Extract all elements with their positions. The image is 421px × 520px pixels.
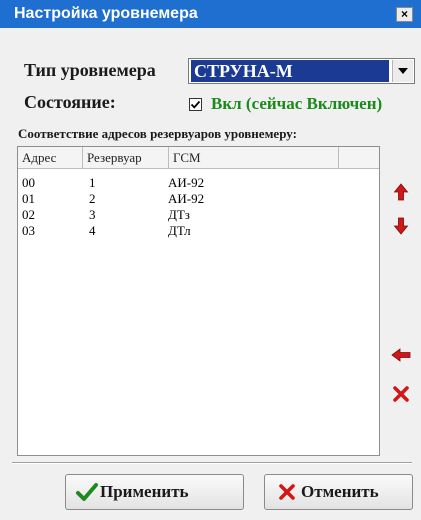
delete-icon [393,386,409,402]
state-checkbox[interactable] [189,98,202,111]
divider [12,462,412,464]
arrow-up-icon [393,183,409,201]
close-icon [279,484,295,500]
chevron-down-icon [398,68,408,74]
settings-dialog: Настройка уровнемера × Тип уровнемера СТ… [0,0,421,520]
cell-tank: 2 [89,191,96,206]
close-button[interactable]: × [396,7,413,22]
cancel-button[interactable]: Отменить [264,474,413,510]
mapping-title: Соответствие адресов резервуаров уровнем… [18,126,297,141]
move-down-button[interactable] [388,213,414,239]
checkmark-icon [76,483,98,501]
column-header-empty[interactable] [339,147,379,168]
apply-button[interactable]: Применить [65,474,244,510]
table-row[interactable]: 01 2 АИ-92 [18,191,379,207]
cell-fuel: ДТл [168,223,191,238]
column-header-tank[interactable]: Резервуар [83,147,169,168]
table-row[interactable]: 03 4 ДТл [18,223,379,239]
title-bar: Настройка уровнемера × [0,0,421,28]
table-row[interactable]: 00 1 АИ-92 [18,175,379,191]
level-gauge-type-label: Тип уровнемера [24,60,156,80]
column-header-address[interactable]: Адрес [18,147,83,168]
cell-fuel: АИ-92 [168,191,205,206]
cell-address: 02 [22,207,35,222]
cell-fuel: АИ-92 [168,175,205,190]
cell-address: 03 [22,223,35,238]
cell-tank: 1 [89,175,96,190]
move-up-button[interactable] [388,179,414,205]
cell-fuel: ДТз [168,207,190,222]
list-header: Адрес Резервуар ГСМ [18,147,379,169]
cell-address: 01 [22,191,35,206]
window-title: Настройка уровнемера [14,5,198,22]
level-gauge-type-select[interactable]: СТРУНА-М [188,58,415,84]
level-gauge-type-value: СТРУНА-М [191,60,389,82]
state-label: Состояние: [24,92,116,112]
move-left-button[interactable] [388,342,414,368]
apply-button-label: Применить [100,482,189,501]
dropdown-button[interactable] [392,60,413,82]
column-header-fuel[interactable]: ГСМ [169,147,339,168]
cell-address: 00 [22,175,35,190]
arrow-down-icon [393,217,409,235]
cell-tank: 3 [89,207,96,222]
checkmark-icon [190,100,201,109]
arrow-left-icon [391,348,411,362]
cell-tank: 4 [89,223,96,238]
delete-button[interactable] [388,381,414,407]
cancel-button-label: Отменить [301,482,379,501]
table-row[interactable]: 02 3 ДТз [18,207,379,223]
state-text: Вкл (сейчас Включен) [211,94,383,113]
tank-mapping-list[interactable]: Адрес Резервуар ГСМ 00 1 АИ-92 01 2 АИ-9… [17,146,380,456]
